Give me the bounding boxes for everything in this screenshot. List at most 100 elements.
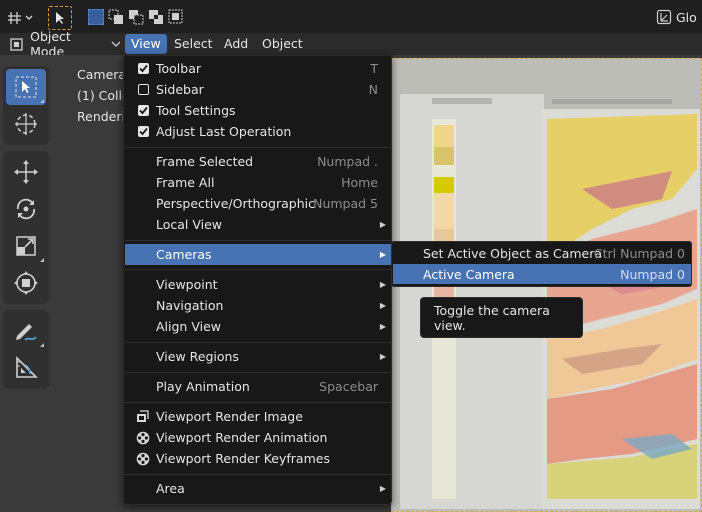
menu-item-align-view[interactable]: Align View ▶ <box>125 316 391 337</box>
submenu-arrow-icon: ▶ <box>379 484 386 493</box>
menu-item-adjust-last-operation[interactable]: Adjust Last Operation <box>125 121 391 142</box>
toolbar-checkbox[interactable] <box>137 63 149 74</box>
orientation-label: Glo <box>676 9 697 25</box>
menu-select[interactable]: Select <box>168 34 219 54</box>
tool-cursor[interactable] <box>6 106 46 142</box>
menu-item-label: Tool Settings <box>156 103 236 118</box>
menu-item-label: Toolbar <box>156 61 202 76</box>
transform-pivot-icon <box>8 12 33 24</box>
adjust-last-checkbox[interactable] <box>137 126 149 137</box>
tool-shelf <box>3 66 49 395</box>
cursor-arrow-icon <box>56 12 64 24</box>
object-mode-icon <box>10 38 23 51</box>
tooltip-text: Toggle the camera view. <box>434 302 550 333</box>
submenu-arrow-icon: ▶ <box>379 250 386 259</box>
menu-item-navigation[interactable]: Navigation ▶ <box>125 295 391 316</box>
chevron-down-icon <box>111 41 120 47</box>
menu-item-area[interactable]: Area ▶ <box>125 478 391 499</box>
select-mode-intersect-icon[interactable] <box>168 9 184 25</box>
menu-item-viewport-render-animation[interactable]: Viewport Render Animation <box>125 427 391 448</box>
move-icon <box>14 160 38 184</box>
menu-item-frame-all[interactable]: Frame All Home <box>125 172 391 193</box>
tool-rotate[interactable] <box>6 191 46 227</box>
checkmark-icon <box>138 106 148 115</box>
select-mode-extend-icon[interactable] <box>108 9 124 25</box>
menu-item-shortcut: Numpad . <box>317 154 378 169</box>
tool-group-annotate <box>3 310 49 389</box>
select-mode-difference-icon[interactable] <box>148 9 164 25</box>
annotate-pencil-icon <box>16 324 37 341</box>
cursor-icon <box>15 113 37 135</box>
menu-add[interactable]: Add <box>218 34 254 54</box>
sidebar-checkbox[interactable] <box>137 84 149 95</box>
render-keyframes-icon <box>136 452 150 465</box>
select-mode-set-icon[interactable] <box>88 9 104 25</box>
tool-transform[interactable] <box>6 265 46 301</box>
tool-group-transform <box>3 151 49 304</box>
menu-item-label: Adjust Last Operation <box>156 124 292 139</box>
transform-icon <box>14 271 38 295</box>
select-box-icon <box>15 76 37 98</box>
menu-item-label: Sidebar <box>156 82 204 97</box>
menu-item-local-view[interactable]: Local View ▶ <box>125 214 391 235</box>
transform-pivot-dropdown[interactable] <box>5 6 37 28</box>
viewport-header: Object Mode <box>0 29 702 59</box>
top-bar: Glo <box>0 0 702 33</box>
menu-object[interactable]: Object <box>256 34 309 54</box>
menu-separator <box>125 342 391 343</box>
submenu-arrow-icon: ▶ <box>379 322 386 331</box>
menu-item-viewport-render-image[interactable]: Viewport Render Image <box>125 406 391 427</box>
select-mode-subtract-icon[interactable] <box>128 9 144 25</box>
menu-item-cameras[interactable]: Cameras ▶ <box>125 244 391 265</box>
checkmark-icon <box>138 127 148 136</box>
select-tool-button[interactable] <box>48 6 72 30</box>
menu-item-play-animation[interactable]: Play Animation Spacebar <box>125 376 391 397</box>
menu-item-label: Play Animation <box>156 379 250 394</box>
rotate-icon <box>17 198 35 220</box>
submenu-arrow-icon: ▶ <box>379 220 386 229</box>
menu-item-sidebar[interactable]: Sidebar N <box>125 79 391 100</box>
menu-item-label: Frame All <box>156 175 215 190</box>
tool-move[interactable] <box>6 154 46 190</box>
transform-orientation-dropdown[interactable]: Glo <box>656 6 702 28</box>
menu-separator <box>125 269 391 270</box>
tool-measure[interactable] <box>6 350 46 386</box>
menu-item-label: Cameras <box>156 247 212 262</box>
render-animation-icon <box>136 431 150 444</box>
menu-item-label: Navigation <box>156 298 224 313</box>
menu-item-label: Set Active Object as Camera <box>423 245 603 261</box>
tool-group-select <box>3 66 49 145</box>
menu-item-frame-selected[interactable]: Frame Selected Numpad . <box>125 151 391 172</box>
menu-item-tool-settings[interactable]: Tool Settings <box>125 100 391 121</box>
tool-scale[interactable] <box>6 228 46 264</box>
menu-item-viewport-render-keyframes[interactable]: Viewport Render Keyframes <box>125 448 391 469</box>
tool-settings-checkbox[interactable] <box>137 105 149 116</box>
menu-item-label: Align View <box>156 319 221 334</box>
menu-separator <box>125 372 391 373</box>
menu-separator <box>125 147 391 148</box>
menu-item-perspective-orthographic[interactable]: Perspective/Orthographic Numpad 5 <box>125 193 391 214</box>
tool-annotate[interactable] <box>6 313 46 349</box>
menu-item-view-regions[interactable]: View Regions ▶ <box>125 346 391 367</box>
menu-item-shortcut: Home <box>341 175 378 190</box>
scale-icon <box>16 236 36 256</box>
menu-item-label: Viewport Render Keyframes <box>156 451 330 466</box>
menu-item-label: Frame Selected <box>156 154 254 169</box>
submenu-arrow-icon: ▶ <box>379 352 386 361</box>
submenu-arrow-icon: ▶ <box>379 301 386 310</box>
tool-select-box[interactable] <box>6 69 46 105</box>
menu-item-active-camera[interactable]: Active Camera Numpad 0 <box>393 264 691 284</box>
menu-item-label: Active Camera <box>423 266 515 282</box>
object-mode-dropdown[interactable]: Object Mode <box>4 29 120 59</box>
menu-separator <box>125 474 391 475</box>
measure-ruler-icon <box>16 356 38 378</box>
view-menu-dropdown: Toolbar T Sidebar N Tool Settings Adjust… <box>123 55 392 505</box>
tooltip: Toggle the camera view. <box>420 297 583 338</box>
menu-item-shortcut: T <box>370 61 378 76</box>
checkmark-icon <box>138 64 148 73</box>
menu-item-set-active-object-as-camera[interactable]: Set Active Object as Camera Ctrl Numpad … <box>393 243 691 263</box>
menu-view[interactable]: View <box>125 34 167 54</box>
menu-item-viewpoint[interactable]: Viewpoint ▶ <box>125 274 391 295</box>
menu-item-label: Viewport Render Image <box>156 409 303 424</box>
menu-item-toolbar[interactable]: Toolbar T <box>125 58 391 79</box>
